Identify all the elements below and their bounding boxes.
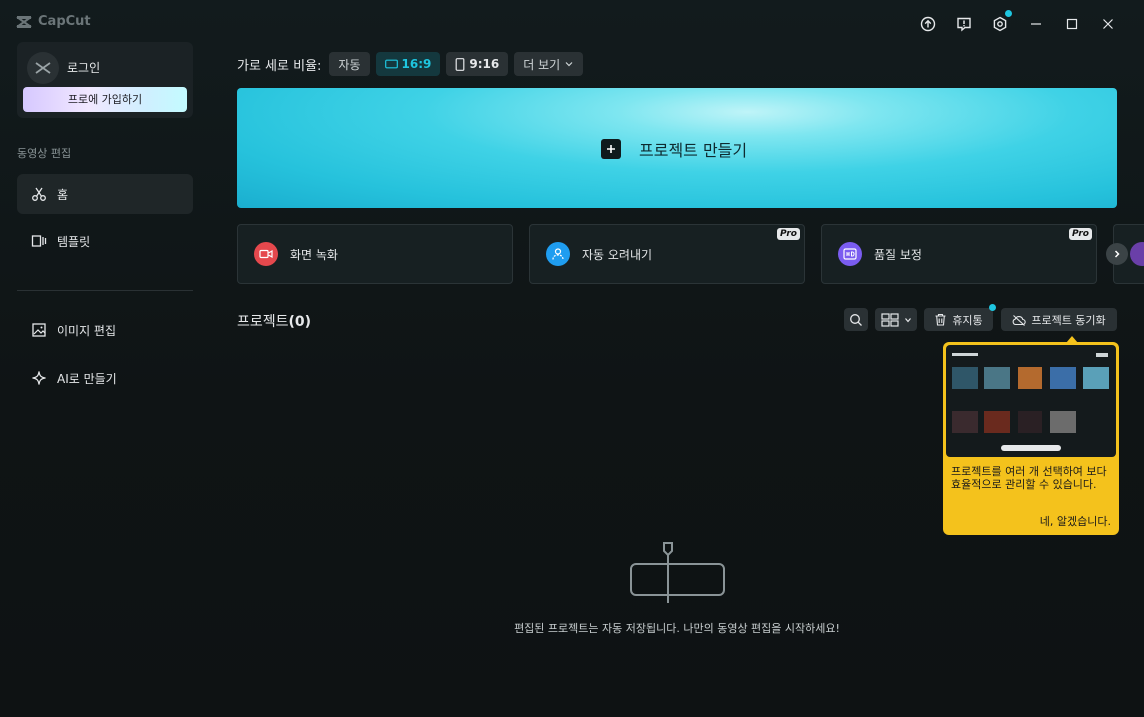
aspect-ratio-label: 가로 세로 비율:: [237, 58, 322, 74]
tool-partial-icon: [1130, 242, 1144, 266]
grid-list-icon: [880, 312, 899, 327]
ratio-9-16-button[interactable]: 9:16: [446, 52, 509, 76]
feedback-button[interactable]: [946, 12, 982, 36]
tooltip-preview-image: [946, 345, 1116, 457]
landscape-icon: [384, 59, 398, 69]
tooltip-dismiss-button[interactable]: 네, 알겠습니다.: [1040, 513, 1111, 529]
trash-icon: [935, 313, 946, 326]
maximize-button[interactable]: [1054, 12, 1090, 36]
empty-state-message: 편집된 프로젝트는 자동 저장됩니다. 나만의 동영상 편집을 시작하세요!: [514, 622, 840, 635]
ratio-more-button[interactable]: 더 보기: [514, 52, 584, 76]
sidebar-item-image-edit[interactable]: 이미지 편집: [17, 310, 193, 350]
tool-card-screen-record[interactable]: 화면 녹화: [237, 224, 513, 284]
search-icon: [850, 313, 862, 326]
sidebar-item-templates[interactable]: 템플릿: [17, 221, 193, 261]
sparkle-icon: [32, 371, 46, 385]
multi-select-tooltip: 프로젝트를 여러 개 선택하여 보다 효율적으로 관리할 수 있습니다. 네, …: [943, 342, 1119, 535]
quality-enhance-icon: [838, 242, 862, 266]
ratio-auto-label: 자동: [338, 57, 361, 72]
sidebar-item-label: 홈: [57, 187, 69, 202]
ratio-auto-button[interactable]: 자동: [329, 52, 370, 76]
pro-subscribe-button[interactable]: 프로에 가입하기: [23, 87, 187, 112]
view-mode-dropdown[interactable]: [875, 308, 917, 331]
sidebar-item-ai-create[interactable]: AI로 만들기: [17, 358, 193, 398]
image-icon: [32, 323, 46, 337]
tooltip-message: 프로젝트를 여러 개 선택하여 보다 효율적으로 관리할 수 있습니다.: [951, 465, 1107, 491]
pro-badge: Pro: [1069, 228, 1092, 240]
sidebar-item-home[interactable]: 홈: [17, 174, 193, 214]
sidebar-divider: [17, 290, 193, 291]
chevron-down-icon: [565, 62, 573, 67]
template-icon: [31, 235, 47, 247]
close-button[interactable]: [1090, 12, 1126, 36]
settings-button[interactable]: [982, 10, 1018, 36]
scissors-icon: [32, 187, 46, 201]
upload-button[interactable]: [910, 12, 946, 36]
app-name: CapCut: [38, 14, 91, 29]
projects-title: 프로젝트(0): [237, 311, 311, 331]
avatar[interactable]: [27, 52, 59, 84]
tool-label: 화면 녹화: [290, 248, 338, 262]
projects-count: (0): [288, 314, 312, 330]
tool-label: 품질 보정: [874, 248, 922, 262]
notification-dot: [1005, 10, 1012, 17]
projects-title-label: 프로젝트: [237, 314, 289, 330]
login-link[interactable]: 로그인: [67, 59, 100, 76]
ratio-more-label: 더 보기: [523, 57, 561, 72]
pro-badge: Pro: [777, 228, 800, 240]
upload-icon: [920, 16, 936, 32]
feedback-icon: [957, 17, 971, 32]
trash-button[interactable]: 휴지통: [924, 308, 993, 331]
sidebar: 로그인 프로에 가입하기 동영상 편집 홈 템플릿 이미지 편집 AI로 만들기: [0, 42, 210, 717]
tool-card-quality-enhance[interactable]: 품질 보정 Pro: [821, 224, 1097, 284]
create-project-label: 프로젝트 만들기: [639, 141, 748, 160]
tool-label: 자동 오려내기: [582, 248, 653, 262]
portrait-icon: [455, 57, 465, 71]
aspect-ratio-bar: 가로 세로 비율: 자동 16:9 9:16 더 보기: [237, 52, 584, 76]
ratio-9-16-label: 9:16: [469, 57, 500, 71]
account-card: 로그인 프로에 가입하기: [17, 42, 193, 118]
timeline-icon: [630, 542, 725, 603]
chevron-down-icon: [904, 317, 911, 322]
sidebar-item-label: 템플릿: [57, 234, 91, 249]
title-bar: CapCut: [0, 0, 1144, 46]
create-project-button[interactable]: 프로젝트 만들기: [237, 88, 1117, 208]
capcut-logo-icon: [16, 15, 32, 28]
notification-dot: [989, 304, 996, 311]
gear-icon: [993, 16, 1007, 32]
close-icon: [1103, 19, 1113, 29]
screen-record-icon: [254, 242, 278, 266]
project-search-button[interactable]: [844, 308, 868, 331]
cloud-off-icon: [1012, 314, 1027, 326]
app-logo: CapCut: [16, 14, 91, 29]
project-sync-button[interactable]: 프로젝트 동기화: [1001, 308, 1117, 331]
tool-card-auto-cutout[interactable]: 자동 오려내기 Pro: [529, 224, 805, 284]
sidebar-item-label: 이미지 편집: [57, 323, 117, 338]
ratio-16-9-button[interactable]: 16:9: [375, 52, 441, 76]
capcut-avatar-icon: [35, 62, 51, 74]
maximize-icon: [1066, 18, 1078, 30]
minimize-icon: [1031, 23, 1041, 25]
project-sync-label: 프로젝트 동기화: [1031, 313, 1106, 327]
ratio-16-9-label: 16:9: [401, 57, 432, 71]
capcut-window: CapCut 로그인 프로에 가입하기 동영상 편집 홈 템플릿 이미지 편집 …: [0, 0, 1144, 717]
preview-thumbnails: [952, 353, 1109, 451]
chevron-right-icon: [1114, 250, 1120, 258]
minimize-button[interactable]: [1018, 12, 1054, 36]
trash-label: 휴지통: [952, 313, 983, 327]
auto-cutout-icon: [546, 242, 570, 266]
section-label-video-edit: 동영상 편집: [17, 147, 72, 160]
sidebar-item-label: AI로 만들기: [57, 371, 117, 386]
plus-icon: [601, 139, 621, 159]
empty-state-illustration: [630, 540, 726, 609]
tools-next-button[interactable]: [1106, 243, 1128, 265]
